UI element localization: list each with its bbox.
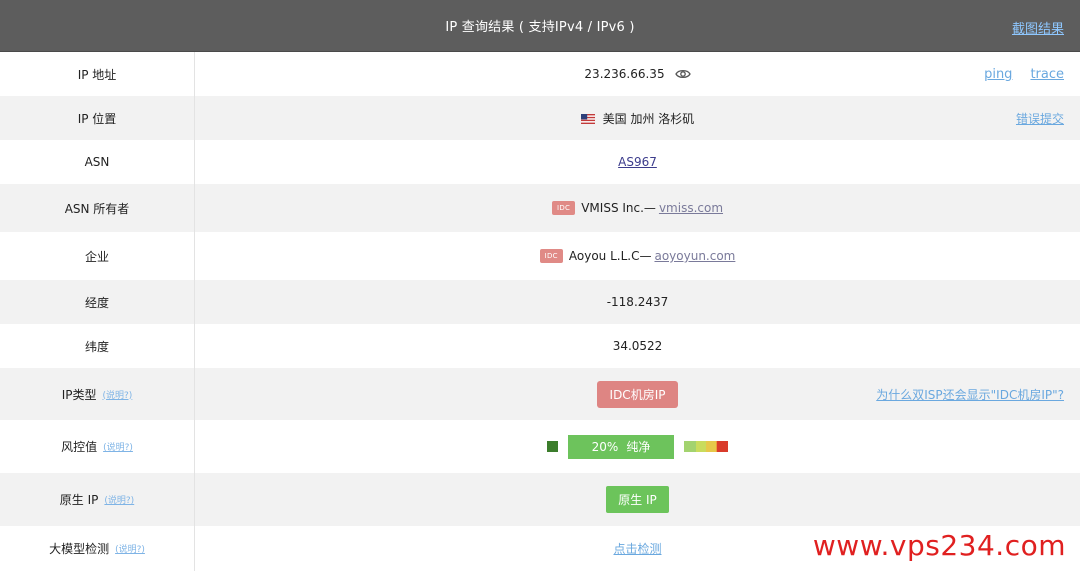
error-report-link[interactable]: 错误提交 (1016, 110, 1064, 127)
row-label: 纬度 (0, 324, 195, 368)
risk-help-link[interactable]: (说明?) (103, 440, 133, 453)
idc-badge: IDC (551, 201, 576, 215)
risk-scale (684, 441, 728, 452)
ip-address-value: 23.236.66.35 (584, 67, 665, 81)
table-row-ip-type: IP类型 (说明?) IDC机房IP 为什么双ISP还会显示"IDC机房IP"? (0, 368, 1080, 420)
table-row-native: 原生 IP (说明?) 原生 IP (0, 473, 1080, 526)
latitude-value: 34.0522 (612, 339, 663, 353)
risk-percent: 20% (591, 439, 619, 454)
table-row-latitude: 纬度 34.0522 (0, 324, 1080, 368)
ip-type-help-link[interactable]: (说明?) (102, 388, 132, 401)
risk-level-square (547, 441, 558, 452)
row-value: 23.236.66.35 (195, 52, 1080, 96)
row-label: 原生 IP (说明?) (0, 473, 195, 526)
risk-score-bar: 20% 纯净 (568, 434, 674, 459)
native-label: 原生 IP (59, 493, 99, 507)
row-label: 企业 (0, 232, 195, 280)
risk-scale-segment (696, 441, 706, 452)
risk-scale-segment (717, 441, 728, 452)
eye-icon[interactable] (674, 68, 691, 80)
us-flag-icon (580, 113, 595, 124)
table-row-longitude: 经度 -118.2437 (0, 280, 1080, 324)
llm-help-link[interactable]: (说明?) (115, 542, 145, 555)
company-domain-link[interactable]: aoyoyun.com (654, 249, 735, 263)
table-row-asn: ASN AS967 (0, 140, 1080, 184)
result-table: IP 地址 23.236.66.35 ping trace IP 位置 美国 加… (0, 52, 1080, 571)
ip-label: IP 地址 (77, 67, 117, 82)
asn-label: ASN (84, 155, 110, 169)
asn-owner-domain-link[interactable]: vmiss.com (659, 201, 723, 215)
dual-isp-question-link[interactable]: 为什么双ISP还会显示"IDC机房IP"? (876, 386, 1064, 403)
row-label: IP 地址 (0, 52, 195, 96)
company-name: Aoyou L.L.C— (568, 249, 652, 263)
asn-owner-name: VMISS Inc.— (581, 201, 656, 215)
location-tools: 错误提交 (1016, 96, 1064, 140)
risk-label: 风控值 (61, 440, 98, 454)
row-value: 美国 加州 洛杉矶 (195, 96, 1080, 140)
ip-type-label: IP类型 (61, 387, 97, 402)
table-row-ip: IP 地址 23.236.66.35 ping trace (0, 52, 1080, 96)
row-value: -118.2437 (195, 280, 1080, 324)
ip-tools: ping trace (984, 52, 1064, 96)
row-value: IDC VMISS Inc.— vmiss.com (195, 184, 1080, 232)
table-row-location: IP 位置 美国 加州 洛杉矶 错误提交 (0, 96, 1080, 140)
location-value: 美国 加州 洛杉矶 (602, 111, 695, 126)
page-title: IP 查询结果 ( 支持IPv4 / IPv6 ) (445, 20, 635, 35)
row-value: 原生 IP (195, 473, 1080, 526)
row-value: 20% 纯净 (195, 420, 1080, 473)
site-watermark: www.vps234.com (812, 529, 1066, 562)
ip-type-tools: 为什么双ISP还会显示"IDC机房IP"? (876, 368, 1064, 420)
idc-badge: IDC (539, 249, 563, 263)
ip-type-badge: IDC机房IP (596, 380, 679, 408)
native-help-link[interactable]: (说明?) (104, 493, 134, 506)
asn-owner-label: ASN 所有者 (64, 201, 130, 216)
risk-scale-segment (684, 441, 696, 452)
row-label: IP类型 (说明?) (0, 368, 195, 420)
risk-status: 纯净 (626, 440, 651, 454)
native-ip-badge: 原生 IP (606, 486, 669, 513)
table-row-company: 企业 IDC Aoyou L.L.C— aoyoyun.com (0, 232, 1080, 280)
table-row-risk: 风控值 (说明?) 20% 纯净 (0, 420, 1080, 473)
risk-meter: 20% 纯净 (547, 434, 728, 459)
row-label: ASN (0, 140, 195, 184)
result-header: IP 查询结果 ( 支持IPv4 / IPv6 ) 截图结果 (0, 0, 1080, 52)
row-value: AS967 (195, 140, 1080, 184)
ping-link[interactable]: ping (984, 67, 1012, 82)
row-value: 34.0522 (195, 324, 1080, 368)
risk-scale-segment (706, 441, 716, 452)
screenshot-result-link[interactable]: 截图结果 (1012, 18, 1064, 37)
longitude-value: -118.2437 (606, 295, 669, 309)
row-label: ASN 所有者 (0, 184, 195, 232)
llm-label: 大模型检测 (49, 542, 110, 556)
row-label: 风控值 (说明?) (0, 420, 195, 473)
asn-link[interactable]: AS967 (618, 155, 657, 169)
row-label: IP 位置 (0, 96, 195, 140)
row-value: IDC Aoyou L.L.C— aoyoyun.com (195, 232, 1080, 280)
longitude-label: 经度 (84, 295, 109, 310)
latitude-label: 纬度 (84, 339, 109, 354)
company-label: 企业 (84, 249, 109, 264)
row-label: 经度 (0, 280, 195, 324)
row-label: 大模型检测 (说明?) (0, 526, 195, 571)
location-label: IP 位置 (77, 111, 117, 126)
click-detect-link[interactable]: 点击检测 (613, 540, 661, 557)
table-row-asn-owner: ASN 所有者 IDC VMISS Inc.— vmiss.com (0, 184, 1080, 232)
trace-link[interactable]: trace (1030, 67, 1064, 82)
